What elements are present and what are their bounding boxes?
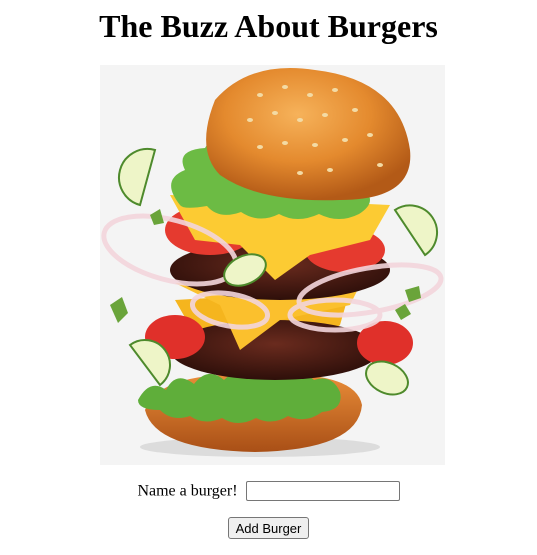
add-burger-button[interactable]: Add Burger [227,517,310,539]
burger-name-label: Name a burger! [137,482,238,500]
burger-image [100,65,445,465]
burger-form: Name a burger! [0,481,537,502]
page-title: The Buzz About Burgers [99,8,438,44]
burger-name-input[interactable] [245,481,400,502]
burger-illustration [101,68,444,457]
submit-row: Add Burger [0,517,537,539]
